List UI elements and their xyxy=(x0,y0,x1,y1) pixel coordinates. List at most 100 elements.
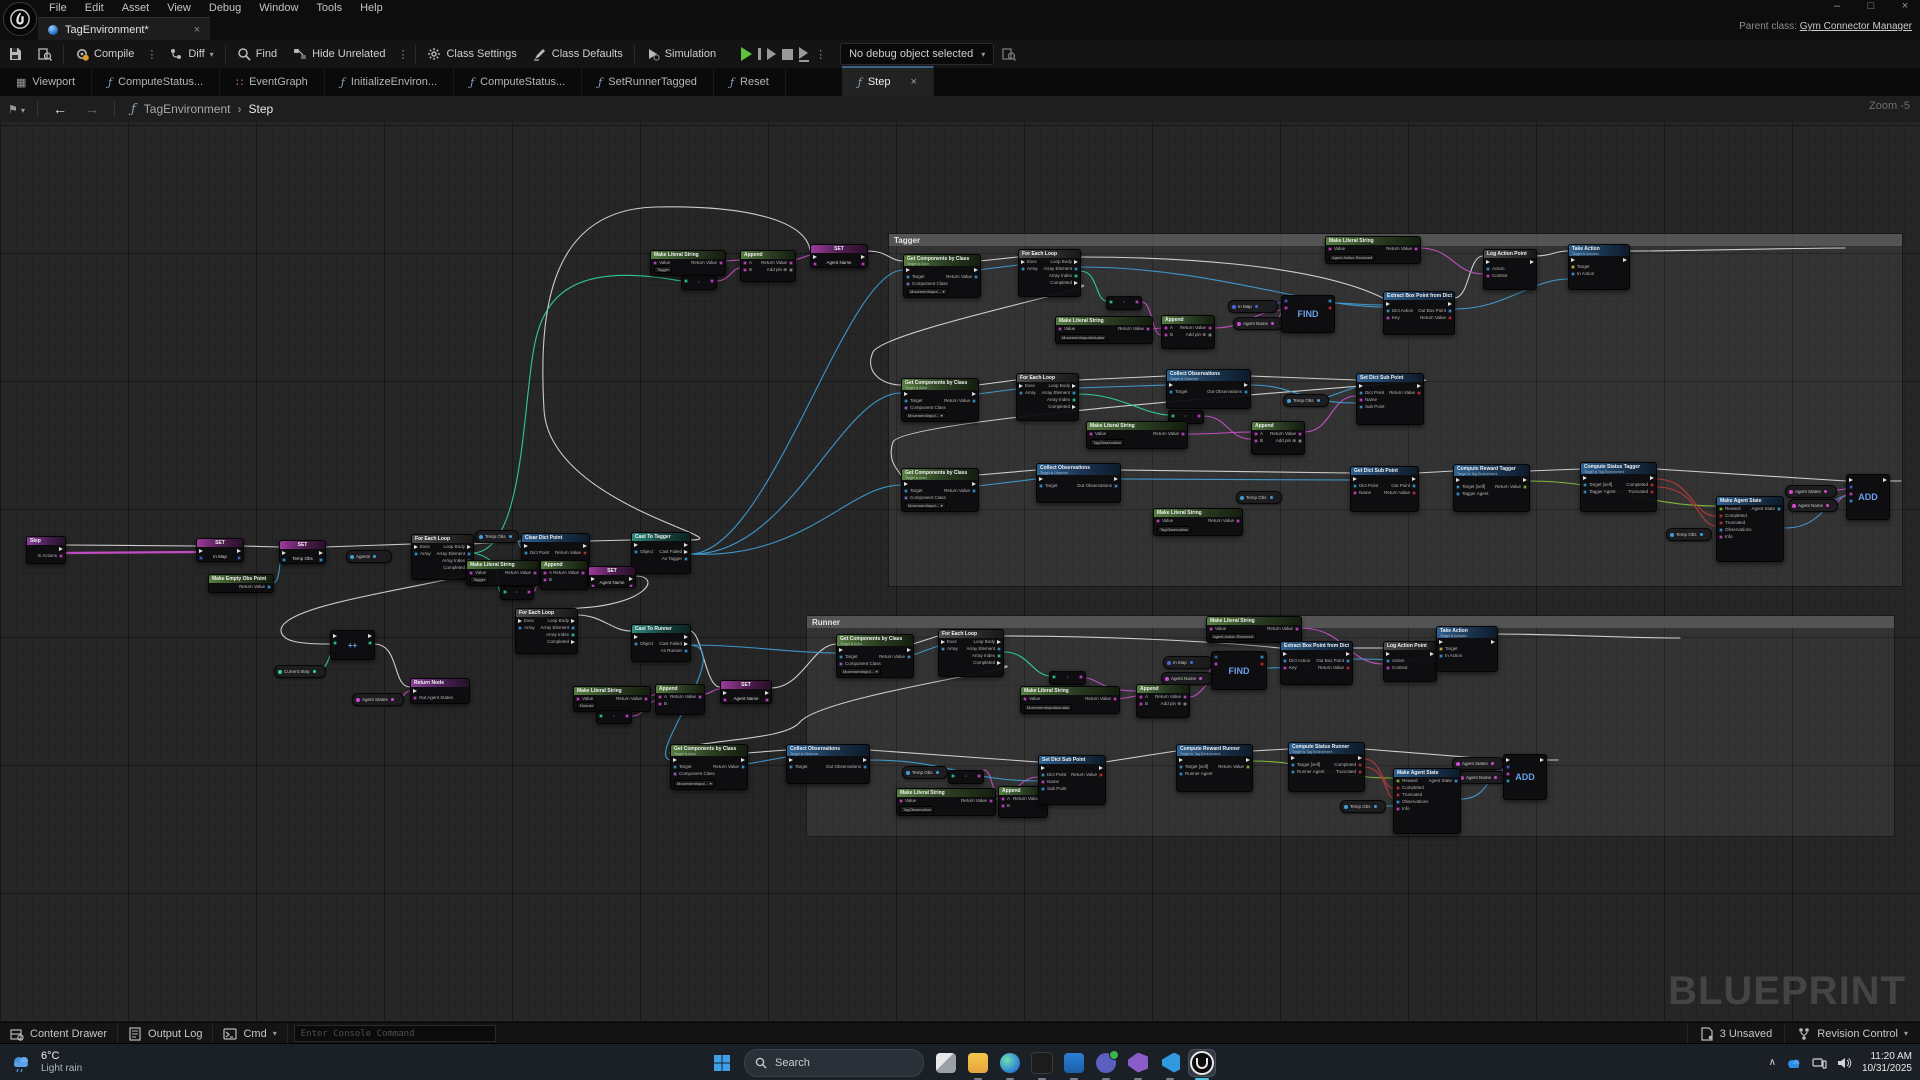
graph-node-append[interactable]: AppendABReturn ValueAdd pin ⊕ xyxy=(1251,421,1305,455)
data-pin[interactable] xyxy=(1353,491,1357,495)
data-pin[interactable] xyxy=(1139,702,1143,706)
data-pin[interactable] xyxy=(1208,333,1212,337)
node-value-field[interactable]: MovementInput… ▾ xyxy=(840,668,881,675)
debug-object-dropdown[interactable]: No debug object selected▾ xyxy=(840,43,994,65)
graph-node-find[interactable]: FIND xyxy=(1211,651,1267,690)
data-pin[interactable] xyxy=(839,662,843,666)
data-pin[interactable] xyxy=(1571,272,1575,276)
exec-pin[interactable] xyxy=(524,544,528,548)
data-pin[interactable] xyxy=(1506,779,1510,783)
data-pin[interactable] xyxy=(581,571,585,575)
data-pin[interactable] xyxy=(1448,309,1452,313)
graph-node-make-literal-string[interactable]: Make Literal StringValueReturn ValueMove… xyxy=(1020,686,1120,714)
exec-pin[interactable] xyxy=(634,543,638,547)
data-pin[interactable] xyxy=(1386,659,1390,663)
data-pin[interactable] xyxy=(1089,432,1093,436)
data-pin[interactable] xyxy=(1353,484,1357,488)
data-pin[interactable] xyxy=(1254,439,1258,443)
hide-unrelated-button[interactable]: Hide Unrelated xyxy=(285,40,393,68)
graph-node-set[interactable]: SETIn Map xyxy=(196,538,244,562)
variable-pill-temp-obs[interactable]: Temp Obs xyxy=(475,530,519,543)
revision-control-button[interactable]: Revision Control▾ xyxy=(1784,1023,1920,1044)
data-pin[interactable] xyxy=(503,590,507,594)
start-button[interactable] xyxy=(709,1050,735,1076)
taskbar-app-outlook[interactable] xyxy=(1061,1050,1087,1076)
data-pin[interactable] xyxy=(1284,299,1288,303)
graph-node-make-literal-string[interactable]: Make Literal StringValueReturn ValueAgen… xyxy=(1206,616,1302,643)
data-pin[interactable] xyxy=(1113,697,1117,701)
taskbar-app-terminal[interactable] xyxy=(1029,1050,1055,1076)
play-options-kebab-icon[interactable]: ⋮ xyxy=(811,48,830,61)
data-pin[interactable] xyxy=(1571,265,1575,269)
compile-options-kebab-icon[interactable]: ⋮ xyxy=(142,48,161,61)
menu-debug[interactable]: Debug xyxy=(200,0,250,17)
data-pin[interactable] xyxy=(1114,484,1118,488)
data-pin[interactable] xyxy=(1849,492,1853,496)
graph-node-find[interactable]: FIND xyxy=(1281,295,1335,333)
debug-browse-button[interactable] xyxy=(994,40,1024,68)
graph-node-get-components-by-class[interactable]: Get Components by ClassTarget is ActorTa… xyxy=(901,378,979,422)
tab-close-icon[interactable]: × xyxy=(910,76,916,88)
data-pin[interactable] xyxy=(1021,267,1025,271)
data-pin[interactable] xyxy=(413,696,417,700)
exec-pin[interactable] xyxy=(1456,478,1460,482)
exec-pin[interactable] xyxy=(1583,476,1587,480)
variable-pill-agent-name[interactable]: Agent Name xyxy=(1788,499,1838,512)
data-pin[interactable] xyxy=(1214,662,1218,666)
data-pin[interactable] xyxy=(1183,702,1187,706)
exec-pin[interactable] xyxy=(1430,652,1434,656)
data-pin[interactable] xyxy=(1041,780,1045,784)
exec-pin[interactable] xyxy=(1571,258,1575,262)
graph-node-collect-observations[interactable]: Collect ObservationsTarget is ObserverTa… xyxy=(786,744,870,784)
tab-eventgraph[interactable]: ∷EventGraph xyxy=(220,68,325,96)
data-pin[interactable] xyxy=(684,557,688,561)
node-value-field[interactable]: Runner xyxy=(577,702,596,709)
exec-pin[interactable] xyxy=(1179,758,1183,762)
exec-pin[interactable] xyxy=(997,661,1001,665)
graph-node-append[interactable]: AppendABReturn ValueAdd pin ⊕ xyxy=(740,250,796,282)
data-pin[interactable] xyxy=(1260,655,1264,659)
unreal-engine-logo-icon[interactable] xyxy=(3,2,37,36)
data-pin[interactable] xyxy=(1456,485,1460,489)
data-pin[interactable] xyxy=(1386,666,1390,670)
data-pin[interactable] xyxy=(1439,647,1443,651)
data-pin[interactable] xyxy=(1386,316,1390,320)
exec-pin[interactable] xyxy=(906,268,910,272)
data-pin[interactable] xyxy=(1041,773,1045,777)
graph-node-append[interactable]: AppendABReturn Value xyxy=(540,560,588,590)
data-pin[interactable] xyxy=(1183,695,1187,699)
exec-pin[interactable] xyxy=(1386,652,1390,656)
hide-unrelated-kebab-icon[interactable]: ⋮ xyxy=(393,48,412,61)
data-pin[interactable] xyxy=(267,585,271,589)
graph-node--[interactable]: · xyxy=(948,770,984,784)
data-pin[interactable] xyxy=(1396,793,1400,797)
exec-pin[interactable] xyxy=(1650,476,1654,480)
graph-node-make-literal-string[interactable]: Make Literal StringValueReturn ValueMove… xyxy=(1055,316,1153,344)
variable-pill-in-map[interactable]: In Map xyxy=(1228,300,1278,313)
data-pin[interactable] xyxy=(1169,390,1173,394)
data-pin[interactable] xyxy=(974,275,978,279)
variable-pill-temp-obs[interactable]: Temp Obs xyxy=(1236,491,1282,504)
graph-node-log-action-point[interactable]: Log Action PointActionContext xyxy=(1383,641,1437,682)
exec-pin[interactable] xyxy=(1072,405,1076,409)
browse-to-asset-button[interactable] xyxy=(30,40,60,68)
tab-viewport[interactable]: ▦Viewport xyxy=(0,68,92,96)
data-pin[interactable] xyxy=(904,406,908,410)
bookmark-icon[interactable]: ⚑ ▾ xyxy=(0,103,31,116)
exec-pin[interactable] xyxy=(904,392,908,396)
exec-pin[interactable] xyxy=(413,689,417,693)
data-pin[interactable] xyxy=(972,489,976,493)
graph-node-make-literal-string[interactable]: Make Literal StringValueReturn ValueTagg… xyxy=(650,250,726,276)
graph-node-return-node[interactable]: Return NodeOut Agent States xyxy=(410,678,470,704)
data-pin[interactable] xyxy=(1328,299,1332,303)
exec-pin[interactable] xyxy=(1353,477,1357,481)
data-pin[interactable] xyxy=(673,772,677,776)
save-button[interactable] xyxy=(0,40,30,68)
frame-skip-button[interactable] xyxy=(755,48,779,60)
data-pin[interactable] xyxy=(698,695,702,699)
exec-pin[interactable] xyxy=(1074,281,1078,285)
exec-pin[interactable] xyxy=(723,691,727,695)
menu-view[interactable]: View xyxy=(158,0,200,17)
variable-pill-agents[interactable]: Agents xyxy=(346,550,392,563)
exec-pin[interactable] xyxy=(634,635,638,639)
